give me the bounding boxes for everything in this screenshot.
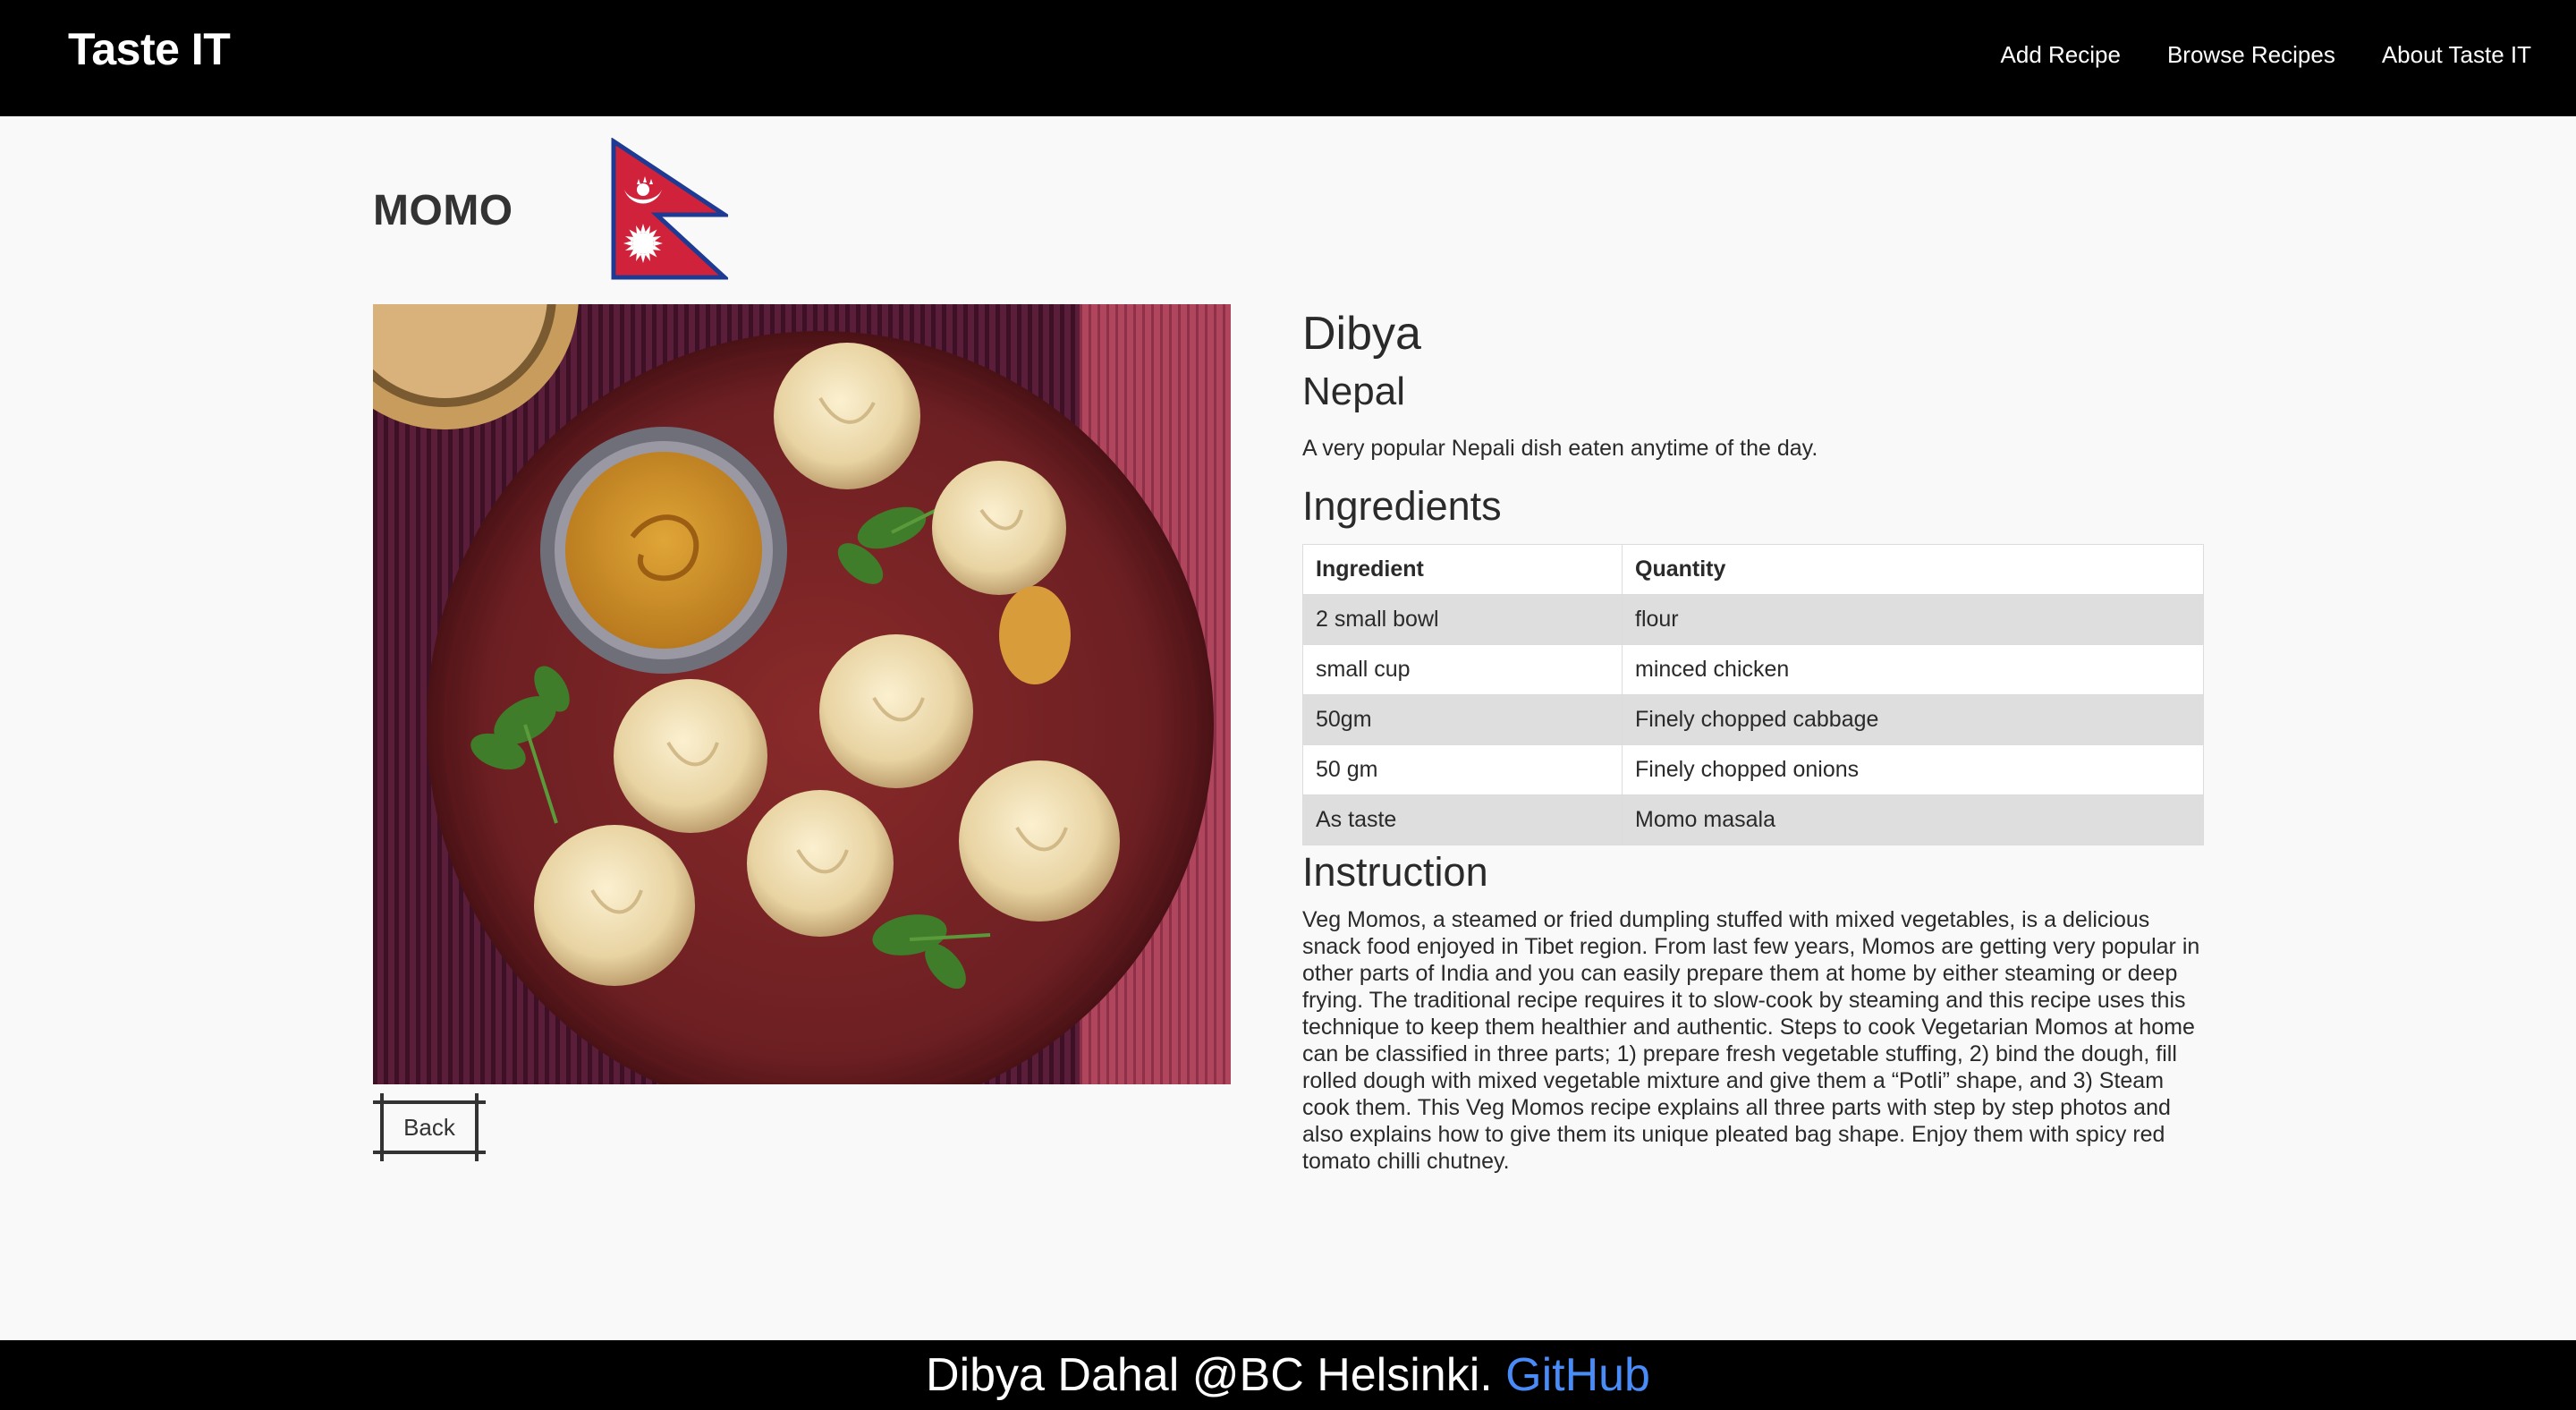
table-cell: 2 small bowl: [1302, 594, 1623, 645]
column-header-quantity: Quantity: [1622, 544, 2204, 595]
recipe-country: Nepal: [1302, 369, 1405, 413]
recipe-photo: [373, 304, 1231, 1084]
recipe-description: A very popular Nepali dish eaten anytime…: [1302, 436, 1818, 461]
recipe-title: MOMO: [373, 187, 513, 234]
table-row: 50gm Finely chopped cabbage: [1302, 694, 2204, 745]
table-cell: small cup: [1302, 644, 1623, 695]
footer-credit: Dibya Dahal @BC Helsinki.: [926, 1349, 1506, 1401]
table-cell: Momo masala: [1622, 794, 2204, 845]
nepal-flag-icon: [611, 138, 728, 280]
back-button[interactable]: Back: [373, 1093, 486, 1161]
table-cell: 50 gm: [1302, 744, 1623, 795]
nav-add-recipe[interactable]: Add Recipe: [2001, 41, 2121, 69]
top-navbar: Taste IT Add Recipe Browse Recipes About…: [0, 0, 2576, 116]
main-nav: Add Recipe Browse Recipes About Taste IT: [2001, 41, 2531, 69]
table-cell: As taste: [1302, 794, 1623, 845]
nav-browse-recipes[interactable]: Browse Recipes: [2167, 41, 2335, 69]
page-footer: Dibya Dahal @BC Helsinki. GitHub: [0, 1340, 2576, 1410]
table-row: small cup minced chicken: [1302, 644, 2204, 695]
table-cell: Finely chopped cabbage: [1622, 694, 2204, 745]
table-row: As taste Momo masala: [1302, 794, 2204, 845]
back-button-label: Back: [403, 1113, 455, 1141]
brand-logo[interactable]: Taste IT: [68, 23, 231, 75]
table-cell: flour: [1622, 594, 2204, 645]
table-cell: Finely chopped onions: [1622, 744, 2204, 795]
github-link[interactable]: GitHub: [1505, 1349, 1650, 1401]
table-cell: 50gm: [1302, 694, 1623, 745]
recipe-author: Dibya: [1302, 308, 1421, 360]
table-row: 2 small bowl flour: [1302, 594, 2204, 645]
instruction-text: Veg Momos, a steamed or fried dumpling s…: [1302, 907, 2200, 1174]
column-header-ingredient: Ingredient: [1302, 544, 1623, 595]
nav-about[interactable]: About Taste IT: [2382, 41, 2531, 69]
table-cell: minced chicken: [1622, 644, 2204, 695]
table-header-row: Ingredient Quantity: [1302, 544, 2204, 595]
ingredients-heading: Ingredients: [1302, 483, 1502, 529]
ingredients-table: Ingredient Quantity 2 small bowl flour s…: [1302, 544, 2204, 845]
instruction-heading: Instruction: [1302, 849, 1488, 895]
table-row: 50 gm Finely chopped onions: [1302, 744, 2204, 795]
recipe-details: Dibya Nepal A very popular Nepali dish e…: [1302, 304, 2204, 1175]
